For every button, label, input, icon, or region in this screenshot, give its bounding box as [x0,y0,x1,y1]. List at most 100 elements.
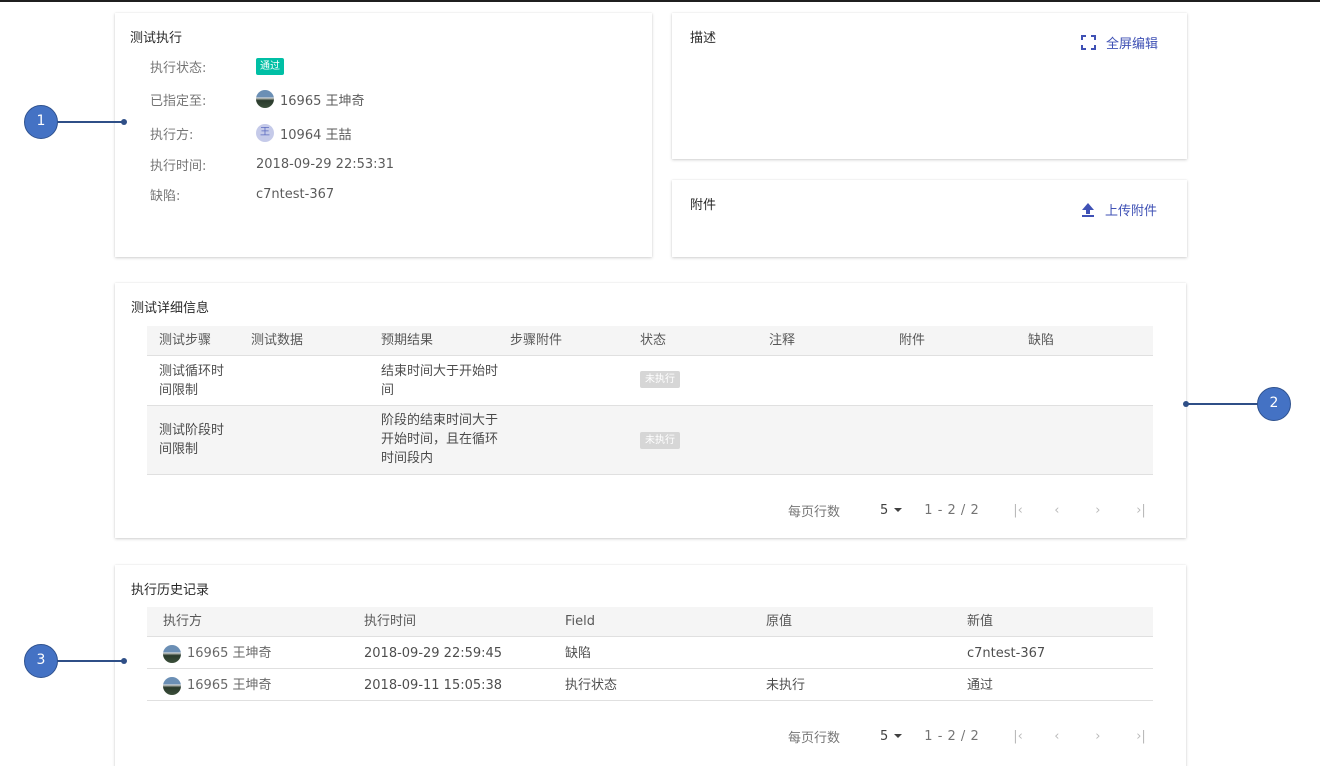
step-line: 间限制 [159,383,199,398]
expected-line: 结束时间大于开始时 [381,364,499,379]
history-title: 执行历史记录 [131,583,210,598]
defect-value[interactable]: c7ntest-367 [256,187,334,202]
upload-icon [1082,203,1094,217]
expected-line: 时间段内 [381,451,434,466]
column-header[interactable]: 执行时间 [364,607,416,637]
status-value-wrap: 通过 [256,57,284,75]
callout-marker: 2 [1257,387,1291,421]
details-pagination: 每页行数 5 1 - 2 / 2 |‹ ‹ › ›| [788,498,1177,522]
defect-label: 缺陷: [150,188,181,204]
column-header[interactable]: 缺陷 [1028,326,1054,356]
table-row[interactable]: 测试循环时 间限制 结束时间大于开始时 间 未执行 [147,356,1153,406]
table-row[interactable]: 16965 王坤奇 2018-09-11 15:05:38 执行状态 未执行 通… [147,669,1153,701]
executor-user-name: 10964 王喆 [280,127,352,143]
status-badge[interactable]: 通过 [256,57,284,75]
expected-line: 阶段的结束时间大于 [381,413,499,428]
next-page-button[interactable]: › [1095,729,1136,744]
callout-dot [1183,401,1189,407]
upload-attachment-button[interactable]: 上传附件 [1081,200,1157,219]
status-badge[interactable]: 未执行 [640,432,680,449]
caret-down-icon [894,734,903,738]
next-page-button[interactable]: › [1095,503,1136,518]
first-page-button[interactable]: |‹ [1013,503,1054,518]
callout-marker: 1 [24,105,58,139]
history-time: 2018-09-29 22:59:45 [364,646,503,661]
status-badge[interactable]: 未执行 [640,371,680,388]
rows-per-page-label: 每页行数 [788,504,841,520]
history-time: 2018-09-11 15:05:38 [364,678,503,693]
history-user-name: 16965 王坤奇 [187,678,272,693]
fullscreen-icon [1081,35,1096,50]
avatar: 王 [256,124,274,142]
rows-per-page-value: 5 [880,502,889,518]
page-range: 1 - 2 / 2 [924,728,980,744]
history-field: 缺陷 [565,646,592,661]
history-pagination: 每页行数 5 1 - 2 / 2 |‹ ‹ › ›| [788,724,1177,748]
step-cell: 测试阶段时 间限制 [159,421,224,459]
avatar [256,90,274,108]
attachments-card: 附件 上传附件 [672,180,1187,257]
defect-row: 缺陷: c7ntest-367 [150,183,334,205]
column-header[interactable]: 预期结果 [381,326,433,356]
history-new-value: c7ntest-367 [967,646,1046,661]
status-label: 执行状态: [150,60,207,76]
rows-per-page-select[interactable]: 5 [880,728,903,744]
description-card: 描述 全屏编辑 [672,13,1187,159]
last-page-button[interactable]: ›| [1136,503,1177,518]
page: 测试执行 执行状态: 通过 已指定至: 16965 王坤奇 执行方: 王 109… [0,0,1320,766]
first-page-button[interactable]: |‹ [1013,729,1054,744]
callout-dot [121,658,127,664]
column-header[interactable]: 测试数据 [251,326,303,356]
status-row: 执行状态: 通过 [150,55,284,77]
rows-per-page-value: 5 [880,728,889,744]
column-header[interactable]: 附件 [899,326,925,356]
executor-row: 执行方: 王 10964 王喆 [150,122,352,144]
column-header[interactable]: 原值 [766,607,792,637]
prev-page-button[interactable]: ‹ [1054,503,1095,518]
rows-per-page-label: 每页行数 [788,730,841,746]
expected-line: 间 [381,383,395,398]
attachments-title: 附件 [690,198,717,213]
callout-marker: 3 [24,644,58,678]
step-cell: 测试循环时 间限制 [159,362,224,400]
history-user-name: 16965 王坤奇 [187,646,272,661]
executor-label: 执行方: [150,127,194,143]
history-old-value: 未执行 [766,678,806,693]
table-row[interactable]: 16965 王坤奇 2018-09-29 22:59:45 缺陷 c7ntest… [147,637,1153,669]
column-header[interactable]: 新值 [967,607,993,637]
last-page-button[interactable]: ›| [1136,729,1177,744]
fullscreen-edit-label: 全屏编辑 [1106,37,1159,52]
assigned-label: 已指定至: [150,93,207,109]
column-header[interactable]: 步骤附件 [510,326,562,356]
executor-user[interactable]: 王 10964 王喆 [256,124,352,143]
step-line: 测试阶段时 [159,423,225,438]
history-user[interactable]: 16965 王坤奇 [163,644,272,663]
history-card: 执行历史记录 执行方 执行时间 Field 原值 新值 16965 王坤奇 20… [115,565,1186,766]
column-header[interactable]: 状态 [640,326,666,356]
fullscreen-edit-button[interactable]: 全屏编辑 [1081,33,1158,52]
execution-title: 测试执行 [130,31,183,46]
history-user[interactable]: 16965 王坤奇 [163,676,272,695]
column-header[interactable]: 测试步骤 [159,326,211,356]
assigned-user-name: 16965 王坤奇 [280,93,365,109]
prev-page-button[interactable]: ‹ [1054,729,1095,744]
assigned-user[interactable]: 16965 王坤奇 [256,90,365,109]
assigned-row: 已指定至: 16965 王坤奇 [150,88,365,110]
time-value: 2018-09-29 22:53:31 [256,156,395,172]
history-table-header: 执行方 执行时间 Field 原值 新值 [147,607,1153,637]
rows-per-page-select[interactable]: 5 [880,502,903,518]
callout-connector [56,660,124,662]
description-title: 描述 [690,31,717,46]
column-header[interactable]: 注释 [769,326,795,356]
upload-attachment-label: 上传附件 [1105,204,1158,219]
expected-line: 开始时间，且在循环 [381,432,499,447]
column-header[interactable]: Field [565,607,595,637]
table-row[interactable]: 测试阶段时 间限制 阶段的结束时间大于 开始时间，且在循环 时间段内 未执行 [147,406,1153,475]
history-new-value: 通过 [967,678,994,693]
expected-cell: 结束时间大于开始时 间 [381,362,498,400]
details-card: 测试详细信息 测试步骤 测试数据 预期结果 步骤附件 状态 注释 附件 缺陷 测… [115,283,1186,538]
column-header[interactable]: 执行方 [163,607,202,637]
avatar [163,676,181,695]
step-line: 测试循环时 [159,364,225,379]
page-range: 1 - 2 / 2 [924,502,980,518]
